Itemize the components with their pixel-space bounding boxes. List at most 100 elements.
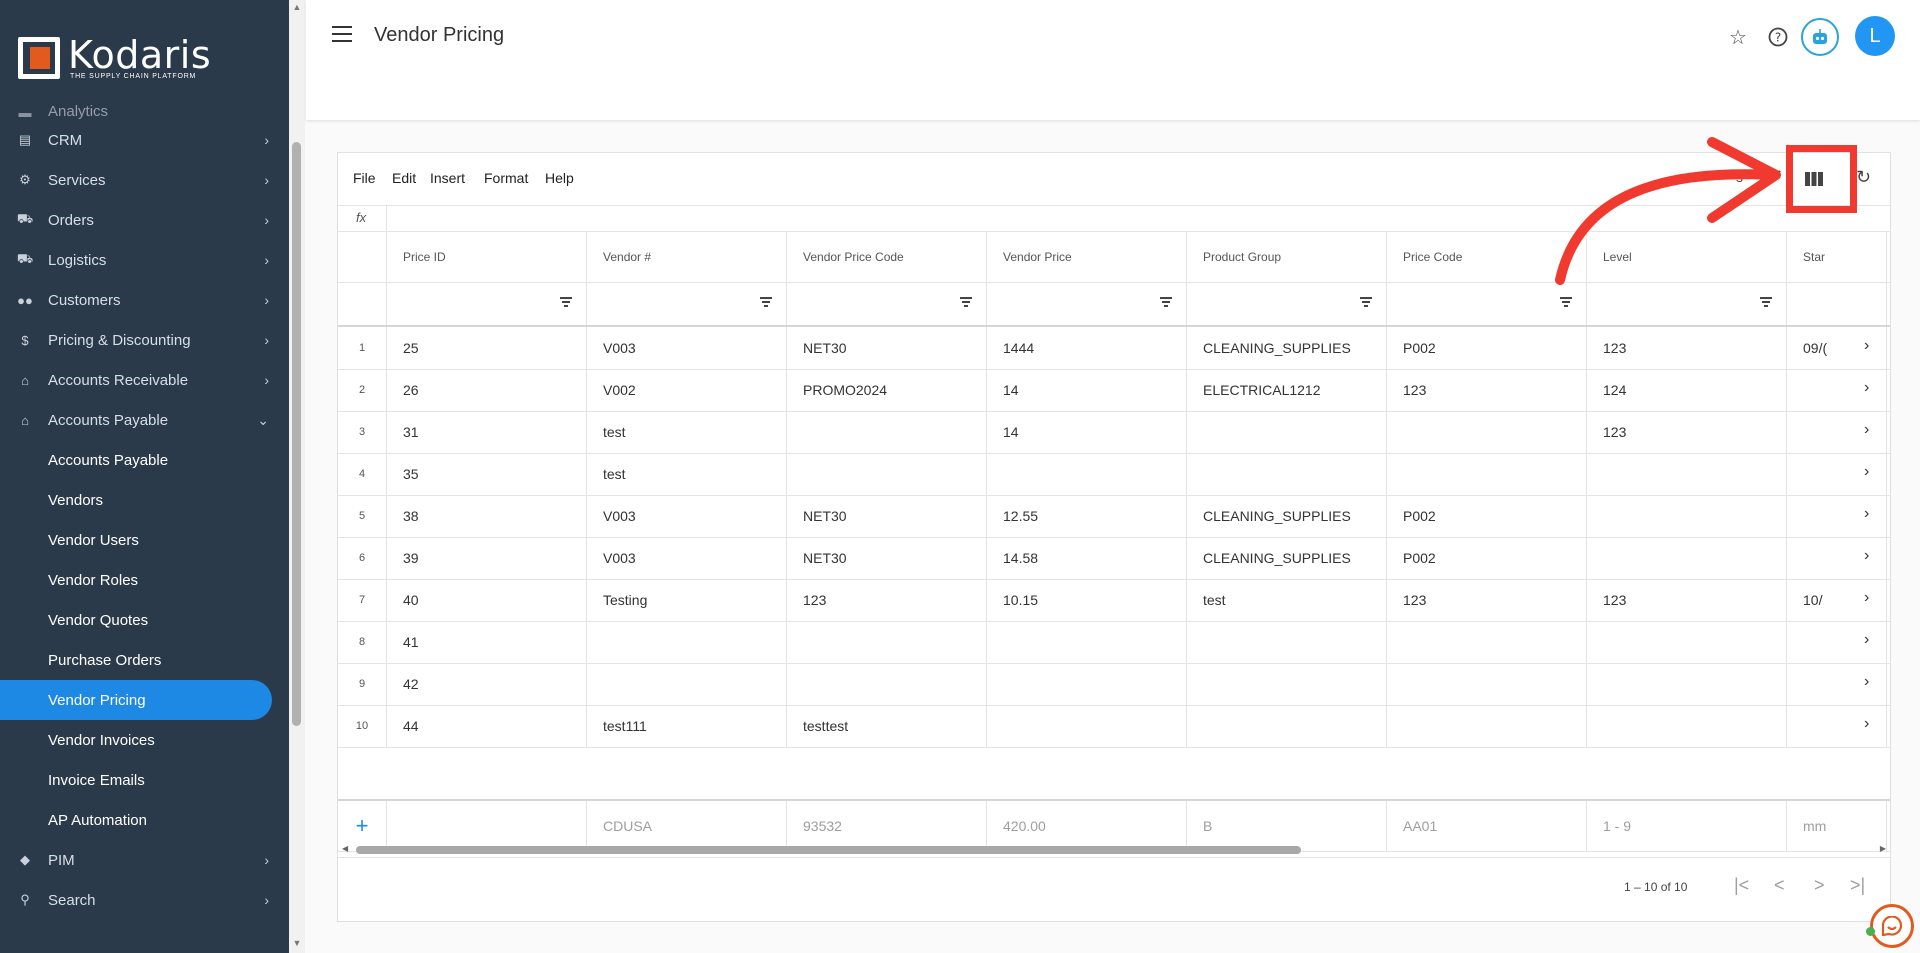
table-cell-vendor-price[interactable] [987,663,1187,705]
table-cell-vendor[interactable]: V003 [587,495,787,537]
sidebar-subitem-purchase-orders[interactable]: Purchase Orders [0,640,289,680]
sidebar-item-orders[interactable]: ⛟ Orders › [0,200,289,240]
sidebar-subitem-vendor-invoices[interactable]: Vendor Invoices [0,720,289,760]
sidebar-item-logistics[interactable]: ⛟ Logistics › [0,240,289,280]
filter-icon[interactable] [560,297,572,307]
table-cell-vendor-price-code[interactable]: 123 [787,579,987,621]
menu-file[interactable]: File [353,170,376,186]
table-cell-vendor-price[interactable]: 14 [987,411,1187,453]
menu-format[interactable]: Format [484,170,528,186]
table-cell-vendor-price-code[interactable]: testtest [787,705,987,747]
scroll-right-arrow-icon[interactable]: ▶ [1880,844,1886,853]
table-cell-vendor-price[interactable]: 14 [987,369,1187,411]
table-cell-product-group[interactable]: CLEANING_SUPPLIES [1187,495,1387,537]
filter-icon[interactable] [1160,297,1172,307]
chat-widget-icon[interactable] [1870,904,1914,948]
table-cell-product-group[interactable] [1187,411,1387,453]
table-cell-vendor[interactable]: test111 [587,705,787,747]
filter-icon[interactable] [960,297,972,307]
sidebar-item-analytics[interactable]: ▬ Analytics [0,98,289,120]
filter-cell-vendor-price-code[interactable] [787,283,987,325]
table-cell-product-group[interactable]: CLEANING_SUPPLIES [1187,537,1387,579]
row-open-chevron-icon[interactable]: › [1864,463,1869,481]
row-open-chevron-icon[interactable]: › [1864,631,1869,649]
table-cell-price-code[interactable] [1387,411,1587,453]
row-open-chevron-icon[interactable]: › [1864,337,1869,355]
row-open-chevron-icon[interactable]: › [1864,379,1869,397]
table-cell-price-id[interactable]: 31 [387,411,587,453]
table-cell-star[interactable] [1787,621,1887,663]
table-cell-vendor[interactable] [587,621,787,663]
sidebar-item-accounts-receivable[interactable]: ⌂ Accounts Receivable › [0,360,289,400]
table-cell-product-group[interactable]: test [1187,579,1387,621]
sidebar-item-pricing-discounting[interactable]: $ Pricing & Discounting › [0,320,289,360]
table-cell-price-id[interactable]: 26 [387,369,587,411]
column-header-price-id[interactable]: Price ID [387,232,587,282]
table-cell-level[interactable]: 123 [1587,327,1787,369]
table-cell-star[interactable] [1787,705,1887,747]
table-cell-price-code[interactable]: P002 [1387,327,1587,369]
sidebar-item-accounts-payable[interactable]: ⌂ Accounts Payable ⌄ [0,400,289,440]
table-cell-price-code[interactable]: 123 [1387,369,1587,411]
row-open-chevron-icon[interactable]: › [1864,421,1869,439]
table-cell-price-code[interactable]: 123 [1387,579,1587,621]
filter-icon[interactable] [1360,297,1372,307]
kodaris-logo[interactable]: Kodaris THE SUPPLY CHAIN PLATFORM [18,36,211,80]
row-open-chevron-icon[interactable]: › [1864,673,1869,691]
horizontal-scrollbar-thumb[interactable] [356,846,1301,854]
table-cell-vendor-price-code[interactable] [787,453,987,495]
sidebar-item-pim[interactable]: ◆ PIM › [0,840,289,880]
table-cell-product-group[interactable] [1187,621,1387,663]
table-cell-vendor-price-code[interactable]: NET30 [787,495,987,537]
table-cell-price-id[interactable]: 44 [387,705,587,747]
row-open-chevron-icon[interactable]: › [1864,547,1869,565]
sidebar-subitem-vendor-quotes[interactable]: Vendor Quotes [0,600,289,640]
table-cell-vendor-price-code[interactable]: PROMO2024 [787,369,987,411]
table-cell-level[interactable]: 123 [1587,579,1787,621]
sidebar-subitem-ap-automation[interactable]: AP Automation [0,800,289,840]
table-cell-star[interactable] [1787,411,1887,453]
table-cell-price-code[interactable] [1387,663,1587,705]
filter-cell-product-group[interactable] [1187,283,1387,325]
table-cell-level[interactable] [1587,453,1787,495]
table-cell-price-id[interactable]: 35 [387,453,587,495]
filter-cell-price-id[interactable] [387,283,587,325]
filter-cell-star[interactable] [1787,283,1887,325]
table-cell-product-group[interactable] [1187,663,1387,705]
horizontal-scrollbar[interactable]: ◀ ▶ [342,844,1886,856]
filter-icon[interactable] [760,297,772,307]
menu-edit[interactable]: Edit [392,170,416,186]
sidebar-scrollbar-thumb[interactable] [292,142,301,726]
filter-icon[interactable] [1560,297,1572,307]
table-cell-price-code[interactable] [1387,705,1587,747]
table-cell-vendor-price[interactable]: 10.15 [987,579,1187,621]
column-header-product-group[interactable]: Product Group [1187,232,1387,282]
table-cell-star[interactable]: 10/ [1787,579,1887,621]
table-cell-level[interactable] [1587,621,1787,663]
sidebar-item-crm[interactable]: ▤ CRM › [0,120,289,160]
table-cell-vendor-price[interactable] [987,621,1187,663]
table-cell-price-code[interactable]: P002 [1387,495,1587,537]
scroll-up-arrow-icon[interactable]: ▲ [290,2,304,12]
table-cell-vendor[interactable]: test [587,411,787,453]
filter-cell-vendor[interactable] [587,283,787,325]
table-cell-price-id[interactable]: 41 [387,621,587,663]
filter-cell-vendor-price[interactable] [987,283,1187,325]
table-cell-price-id[interactable]: 40 [387,579,587,621]
assistant-bot-icon[interactable] [1801,18,1839,56]
table-cell-vendor-price-code[interactable]: NET30 [787,327,987,369]
scroll-down-arrow-icon[interactable]: ▼ [290,938,304,948]
table-cell-vendor-price[interactable] [987,705,1187,747]
sidebar-subitem-vendors[interactable]: Vendors [0,480,289,520]
table-cell-vendor[interactable]: test [587,453,787,495]
column-header-vendor-price[interactable]: Vendor Price [987,232,1187,282]
table-cell-price-code[interactable] [1387,621,1587,663]
table-cell-product-group[interactable]: CLEANING_SUPPLIES [1187,327,1387,369]
table-cell-vendor[interactable]: V002 [587,369,787,411]
refresh-icon[interactable]: ↻ [1856,167,1871,188]
table-cell-vendor-price[interactable]: 12.55 [987,495,1187,537]
table-cell-vendor-price-code[interactable]: NET30 [787,537,987,579]
hamburger-menu-icon[interactable] [332,26,352,46]
last-page-icon[interactable]: >| [1850,875,1865,896]
help-icon[interactable]: ? [1761,20,1795,54]
